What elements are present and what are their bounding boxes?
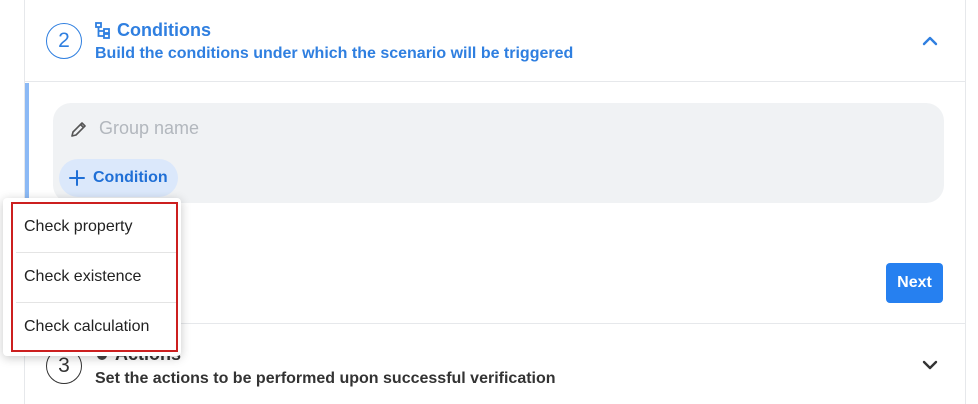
group-accent-bar	[25, 83, 29, 203]
tree-structure-icon	[95, 21, 110, 39]
plus-icon	[69, 170, 85, 186]
step-title-text: Conditions	[117, 20, 211, 40]
next-button[interactable]: Next	[886, 263, 943, 303]
pencil-icon	[71, 122, 86, 137]
menu-item-check-existence[interactable]: Check existence	[16, 252, 176, 300]
menu-item-check-property[interactable]: Check property	[16, 203, 176, 251]
menu-item-check-calculation[interactable]: Check calculation	[16, 302, 176, 350]
condition-group: Condition	[53, 103, 944, 203]
step-subtitle: Build the conditions under which the sce…	[95, 45, 574, 62]
step-conditions-header[interactable]: 2 Conditions Build the conditions under …	[25, 0, 965, 82]
group-name-input[interactable]	[99, 115, 699, 141]
condition-type-menu: Check property Check existence Check cal…	[3, 198, 181, 356]
step-subtitle: Set the actions to be performed upon suc…	[95, 370, 556, 387]
chevron-down-icon[interactable]	[921, 356, 939, 374]
add-condition-button[interactable]: Condition	[59, 159, 178, 197]
chevron-up-icon[interactable]	[921, 32, 939, 50]
add-condition-label: Condition	[93, 169, 168, 186]
step-number-badge: 2	[46, 23, 82, 59]
step-title: Conditions	[95, 20, 211, 41]
